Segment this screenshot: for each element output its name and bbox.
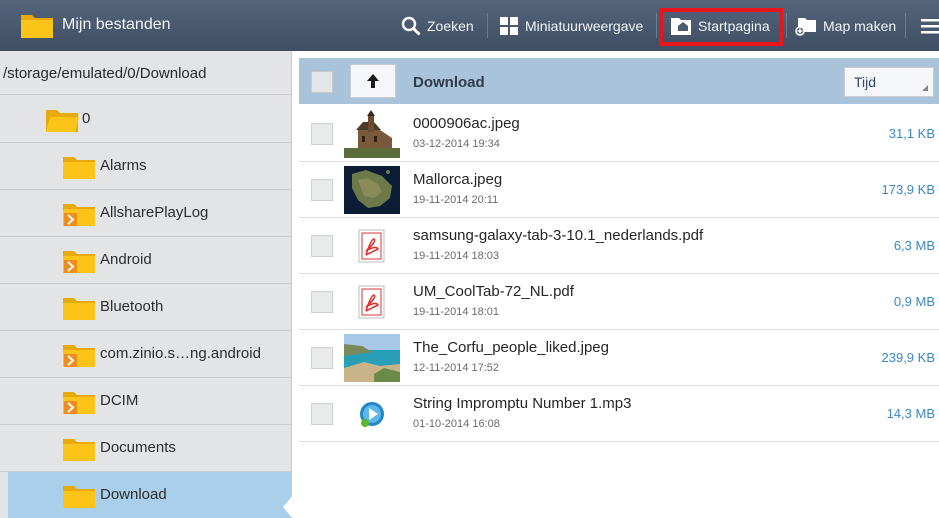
file-name: The_Corfu_people_liked.jpeg [413,339,609,356]
folder-expand-icon [63,392,95,414]
file-checkbox[interactable] [311,123,333,145]
file-name: String Impromptu Number 1.mp3 [413,395,632,412]
file-date: 19-11-2014 18:03 [413,250,500,262]
search-button[interactable]: Zoeken [401,0,474,51]
folder-item-allshareplaylog[interactable]: AllsharePlayLog [0,190,291,237]
church-photo-thumbnail [344,110,400,158]
folder-label: Documents [100,439,176,456]
folder-item-android[interactable]: Android [0,237,291,284]
folder-expand-icon [63,345,95,367]
selection-pointer [283,495,293,518]
search-label: Zoeken [427,17,474,34]
toolbar-divider [786,13,787,38]
file-size: 14,3 MB [886,406,935,421]
toolbar-divider [656,13,657,38]
folder-icon [63,439,95,461]
folder-icon [63,486,95,508]
file-row[interactable]: String Impromptu Number 1.mp3 01-10-2014… [299,386,939,442]
folder-open-icon [46,110,79,132]
create-folder-button[interactable]: Map maken [795,0,896,51]
folder-tree-pane: /storage/emulated/0/Download 0 Alarms Al… [0,51,292,518]
select-all-checkbox[interactable] [311,71,333,93]
file-date: 19-11-2014 20:11 [413,194,499,206]
folder-label: AllsharePlayLog [100,204,209,221]
file-row[interactable]: Mallorca.jpeg 19-11-2014 20:11 173,9 KB [299,162,939,218]
folder-label: com.zinio.s…ng.android [100,345,261,362]
file-checkbox[interactable] [311,291,333,313]
current-folder-title: Download [413,74,485,91]
folder-item-com-zinio[interactable]: com.zinio.s…ng.android [0,331,291,378]
file-size: 173,9 KB [881,182,936,197]
folder-item-dcim[interactable]: DCIM [0,378,291,425]
folder-item-alarms[interactable]: Alarms [0,143,291,190]
folder-label: DCIM [100,392,139,409]
create-folder-label: Map maken [823,17,897,34]
app-title: Mijn bestanden [62,16,171,33]
file-row[interactable]: The_Corfu_people_liked.jpeg 12-11-2014 1… [299,330,939,386]
overflow-menu-button[interactable] [921,0,939,51]
folder-item-documents[interactable]: Documents [0,425,291,472]
thumbnail-view-button[interactable]: Miniatuurweergave [499,0,643,51]
search-icon [401,16,421,36]
menu-icon [921,18,939,33]
action-bar: Mijn bestanden Zoeken Miniatuurweergave … [0,0,939,51]
folder-item-download[interactable]: Download [8,472,291,518]
music-file-icon [360,402,384,427]
file-row[interactable]: samsung-galaxy-tab-3-10.1_nederlands.pdf… [299,218,939,274]
file-date: 03-12-2014 19:34 [413,138,500,150]
file-checkbox[interactable] [311,235,333,257]
file-list-pane: Download Tijd 0000906ac.jpeg 03-12-2014 … [299,58,939,518]
sort-dropdown[interactable]: Tijd [844,67,934,97]
list-header: Download Tijd [299,58,939,104]
file-checkbox[interactable] [311,403,333,425]
sort-value: Tijd [854,74,877,90]
folder-label: Download [100,486,167,503]
file-date: 19-11-2014 18:01 [413,306,500,318]
file-size: 0,9 MB [893,294,935,309]
file-size: 31,1 KB [888,126,935,141]
file-date: 01-10-2014 16:08 [413,418,500,430]
toolbar-divider [905,13,906,38]
folder-icon [63,157,95,179]
folder-icon [63,298,95,320]
file-checkbox[interactable] [311,347,333,369]
folder-item-bluetooth[interactable]: Bluetooth [0,284,291,331]
file-size: 6,3 MB [893,238,935,253]
toolbar-divider [487,13,488,38]
file-date: 12-11-2014 17:52 [413,362,500,374]
up-arrow-icon [367,74,379,88]
folder-item-0[interactable]: 0 [0,96,291,143]
folder-label: Bluetooth [100,298,164,315]
pdf-icon [358,285,385,319]
highlight-box [659,8,783,46]
folder-expand-icon [63,204,95,226]
parent-folder-button[interactable] [350,64,396,98]
coast-photo-thumbnail [344,334,400,382]
file-name: UM_CoolTab-72_NL.pdf [413,283,574,300]
file-size: 239,9 KB [881,350,936,365]
grid-view-icon [500,16,518,35]
folder-label: 0 [82,110,91,127]
file-name: samsung-galaxy-tab-3-10.1_nederlands.pdf [413,227,704,244]
file-checkbox[interactable] [311,179,333,201]
file-row[interactable]: 0000906ac.jpeg 03-12-2014 19:34 31,1 KB [299,106,939,162]
folder-expand-icon [63,251,95,273]
file-row[interactable]: UM_CoolTab-72_NL.pdf 19-11-2014 18:01 0,… [299,274,939,330]
folder-label: Android [100,251,152,268]
my-files-app-icon[interactable] [20,11,54,39]
file-name: Mallorca.jpeg [413,171,503,188]
current-path: /storage/emulated/0/Download [0,51,291,95]
pdf-icon [358,229,385,263]
file-name: 0000906ac.jpeg [413,115,520,132]
folder-label: Alarms [100,157,147,174]
thumbnail-view-label: Miniatuurweergave [525,17,644,34]
dropdown-indicator-icon [922,85,928,91]
island-photo-thumbnail [344,166,400,214]
new-folder-icon [795,17,816,36]
